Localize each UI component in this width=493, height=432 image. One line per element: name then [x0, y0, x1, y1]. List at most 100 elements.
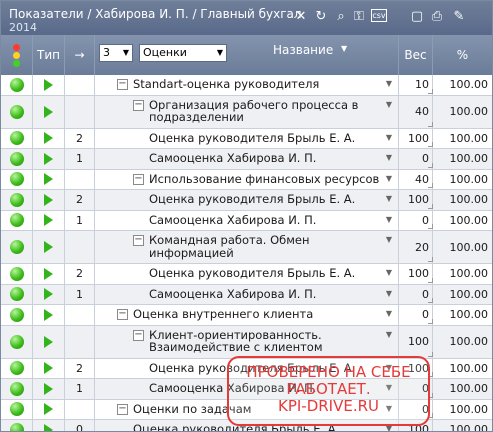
play-icon[interactable]: [44, 362, 53, 375]
chevron-down-icon[interactable]: ▼: [386, 235, 392, 244]
play-icon[interactable]: [44, 241, 53, 253]
window-icon[interactable]: ▢: [409, 9, 425, 25]
row-title[interactable]: Организация рабочего процесса в подраздел…: [149, 98, 358, 124]
play-icon[interactable]: [44, 193, 53, 206]
title-cell: − Использование финансовых ресурсов ▼: [95, 169, 399, 189]
play-icon[interactable]: [44, 132, 53, 145]
arrow-column-header[interactable]: →: [65, 35, 95, 75]
percent-cell: 100.00: [449, 152, 489, 166]
table-row[interactable]: − Standart-оценка руководителя ▼ 10 100.00: [1, 75, 492, 96]
type-column-header[interactable]: Тип: [33, 35, 65, 75]
play-icon[interactable]: [44, 78, 53, 91]
title-cell: − Командная работа. Обмен информацией ▼: [95, 231, 399, 263]
chevron-down-icon[interactable]: ▼: [386, 215, 392, 224]
percent-cell: 100.00: [449, 287, 489, 301]
table-row[interactable]: − Командная работа. Обмен информацией ▼ 20 10…: [1, 231, 492, 264]
level-select[interactable]: 3 ▼: [99, 44, 133, 62]
chevron-down-icon[interactable]: ▼: [386, 330, 392, 339]
order-cell: [65, 75, 95, 95]
row-title[interactable]: Самооценка Хабирова И. П.: [149, 287, 316, 301]
title-cell: Оценка руководителя Брыль Е. А. ▼: [95, 264, 399, 284]
row-title-line1: Оценка руководителя Брыль Е. А.: [149, 266, 356, 280]
row-title[interactable]: Оценка внутреннего клиента: [133, 308, 313, 321]
order-cell: [65, 95, 95, 128]
name-column-title[interactable]: Название: [273, 43, 333, 57]
percent-cell: 100.00: [449, 402, 489, 416]
table-row[interactable]: 2 Оценка руководителя Брыль Е. А. ▼ 100 100.…: [1, 128, 492, 149]
play-icon[interactable]: [44, 308, 53, 321]
row-title-line2: Взаимодействие с клиентом: [149, 340, 323, 354]
table-row[interactable]: 1 Самооценка Хабирова И. П. ▼ 0 100.00: [1, 284, 492, 305]
chevron-down-icon[interactable]: ▼: [386, 194, 392, 203]
table-row[interactable]: 2 Оценка руководителя Брыль Е. А. ▼ 100 100.…: [1, 264, 492, 285]
row-title[interactable]: Оценка руководителя Брыль Е. А.: [149, 267, 355, 280]
green-status-icon: [9, 172, 24, 187]
order-cell: [65, 305, 95, 325]
play-icon[interactable]: [44, 403, 53, 416]
chevron-down-icon[interactable]: ▼: [386, 133, 392, 142]
row-title[interactable]: Клиент-ориентированность. Взаимодействие …: [149, 328, 323, 354]
play-icon[interactable]: [44, 267, 53, 280]
chevron-down-icon[interactable]: ▼: [386, 268, 392, 277]
table-row[interactable]: 2 Оценка руководителя Брыль Е. А. ▼ 100 100.…: [1, 190, 492, 211]
table-row[interactable]: − Клиент-ориентированность. Взаимодействие…: [1, 325, 492, 359]
play-icon[interactable]: [44, 152, 53, 165]
chevron-down-icon[interactable]: ▼: [386, 289, 392, 298]
close-icon[interactable]: ✕: [293, 9, 309, 25]
row-title[interactable]: Standart-оценка руководителя: [133, 78, 319, 91]
table-row[interactable]: − Использование финансовых ресурсов ▼ 40 100…: [1, 169, 492, 190]
status-cell: [1, 264, 33, 284]
title-cell: Оценка руководителя Брыль Е. А. ▼: [95, 190, 399, 210]
play-icon[interactable]: [44, 382, 53, 395]
play-icon[interactable]: [44, 214, 53, 227]
play-icon[interactable]: [44, 423, 53, 431]
collapse-toggle[interactable]: −: [133, 173, 144, 185]
refresh-icon[interactable]: ↻: [313, 9, 329, 25]
print-icon[interactable]: ⎙: [429, 9, 445, 25]
type-cell: [33, 95, 65, 128]
row-title[interactable]: Самооценка Хабирова И. П.: [149, 213, 316, 227]
collapse-toggle[interactable]: −: [117, 309, 128, 320]
view-select[interactable]: Оценки ▼: [139, 44, 227, 62]
chevron-down-icon[interactable]: ▼: [386, 174, 392, 183]
collapse-toggle[interactable]: −: [117, 79, 128, 90]
chevron-down-icon[interactable]: ▼: [386, 79, 392, 88]
title-cell: − Клиент-ориентированность. Взаимодействие…: [95, 325, 399, 358]
green-status-icon: [9, 77, 24, 92]
chevron-down-icon[interactable]: ▼: [386, 100, 392, 109]
table-row[interactable]: 1 Самооценка Хабирова И. П. ▼ 0 100.00: [1, 149, 492, 170]
sort-chevron-icon[interactable]: ▼: [341, 44, 347, 53]
row-title-line1: Оценка внутреннего клиента: [133, 307, 314, 321]
row-title[interactable]: Командная работа. Обмен информацией: [149, 234, 309, 259]
percent-column-header[interactable]: %: [433, 35, 492, 75]
chevron-down-icon[interactable]: ▼: [386, 309, 392, 318]
collapse-toggle[interactable]: −: [133, 99, 144, 111]
search-icon[interactable]: ⌕: [333, 9, 349, 25]
percent-cell: 100.00: [449, 335, 489, 348]
play-icon[interactable]: [44, 173, 53, 186]
collapse-toggle[interactable]: −: [133, 235, 144, 246]
play-icon[interactable]: [44, 288, 53, 301]
csv-export-icon[interactable]: csv: [371, 9, 387, 22]
table-row[interactable]: − Оценка внутреннего клиента ▼ 0 100.00: [1, 305, 492, 326]
edit-icon[interactable]: ✎: [451, 9, 467, 25]
order-cell: 1: [65, 284, 95, 304]
row-title-line1: Оценка руководителя Брыль Е. А.: [149, 130, 356, 145]
collapse-toggle[interactable]: −: [133, 329, 144, 341]
weight-column-header[interactable]: Вес: [399, 35, 433, 75]
type-cell: [33, 325, 65, 358]
row-title[interactable]: Оценка руководителя Брыль Е. А.: [149, 130, 356, 145]
green-status-icon: [9, 240, 24, 254]
play-icon[interactable]: [44, 335, 53, 348]
row-title[interactable]: Использование финансовых ресурсов: [149, 172, 379, 186]
row-title[interactable]: Оценка руководителя Брыль Е. А.: [149, 193, 355, 206]
chevron-down-icon[interactable]: ▼: [386, 153, 392, 162]
row-title[interactable]: Самооценка Хабирова И. П.: [149, 152, 316, 165]
table-row[interactable]: − Организация рабочего процесса в подразде…: [1, 95, 492, 129]
table-row[interactable]: 1 Самооценка Хабирова И. П. ▼ 0 100.00: [1, 210, 492, 231]
order-cell: 1: [65, 149, 95, 169]
collapse-toggle[interactable]: −: [117, 403, 128, 415]
play-icon[interactable]: [44, 105, 53, 118]
row-title-line2: информацией: [149, 245, 234, 260]
key-icon[interactable]: ⚿: [351, 9, 367, 25]
